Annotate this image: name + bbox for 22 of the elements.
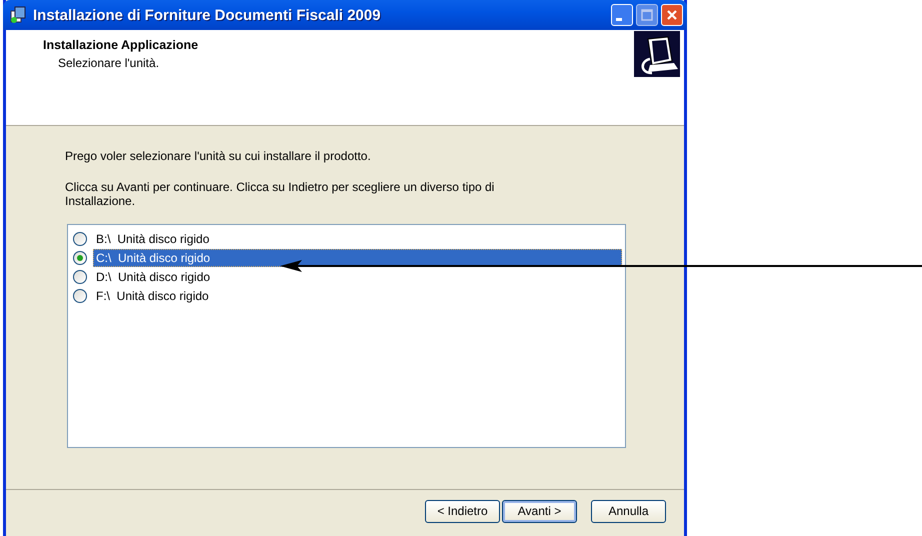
close-icon xyxy=(666,9,678,21)
drive-option[interactable]: B:\ Unità disco rigido xyxy=(93,230,212,248)
dialog-button[interactable]: Avanti > xyxy=(502,500,577,522)
instruction-text: Clicca su Avanti per continuare. Clicca su Indietro per scegliere un diverso tipo di Installazione. xyxy=(65,180,496,208)
maximize-icon xyxy=(641,9,653,21)
close-button[interactable] xyxy=(661,4,683,26)
installer-icon xyxy=(9,6,27,24)
drive-option[interactable]: F:\ Unità disco rigido xyxy=(93,286,212,304)
radio-button[interactable] xyxy=(73,288,87,302)
dialog-button[interactable]: < Indietro xyxy=(425,500,500,522)
dialog-button[interactable]: Annulla xyxy=(591,500,666,522)
minimize-icon xyxy=(616,18,622,20)
radio-button[interactable] xyxy=(73,232,87,246)
drive-option[interactable]: C:\ Unità disco rigido xyxy=(93,248,622,266)
minimize-button[interactable] xyxy=(611,4,633,26)
header-title: Installazione Applicazione xyxy=(43,38,198,52)
window-title: Installazione di Forniture Documenti Fiscali 2009 xyxy=(33,6,382,24)
header-subtitle: Selezionare l'unità. xyxy=(58,56,160,70)
radio-button[interactable] xyxy=(73,250,87,264)
drive-option[interactable]: D:\ Unità disco rigido xyxy=(93,268,214,286)
instruction-text: Prego voler selezionare l'unità su cui installare il prodotto. xyxy=(65,149,372,163)
radio-button[interactable] xyxy=(73,270,87,284)
